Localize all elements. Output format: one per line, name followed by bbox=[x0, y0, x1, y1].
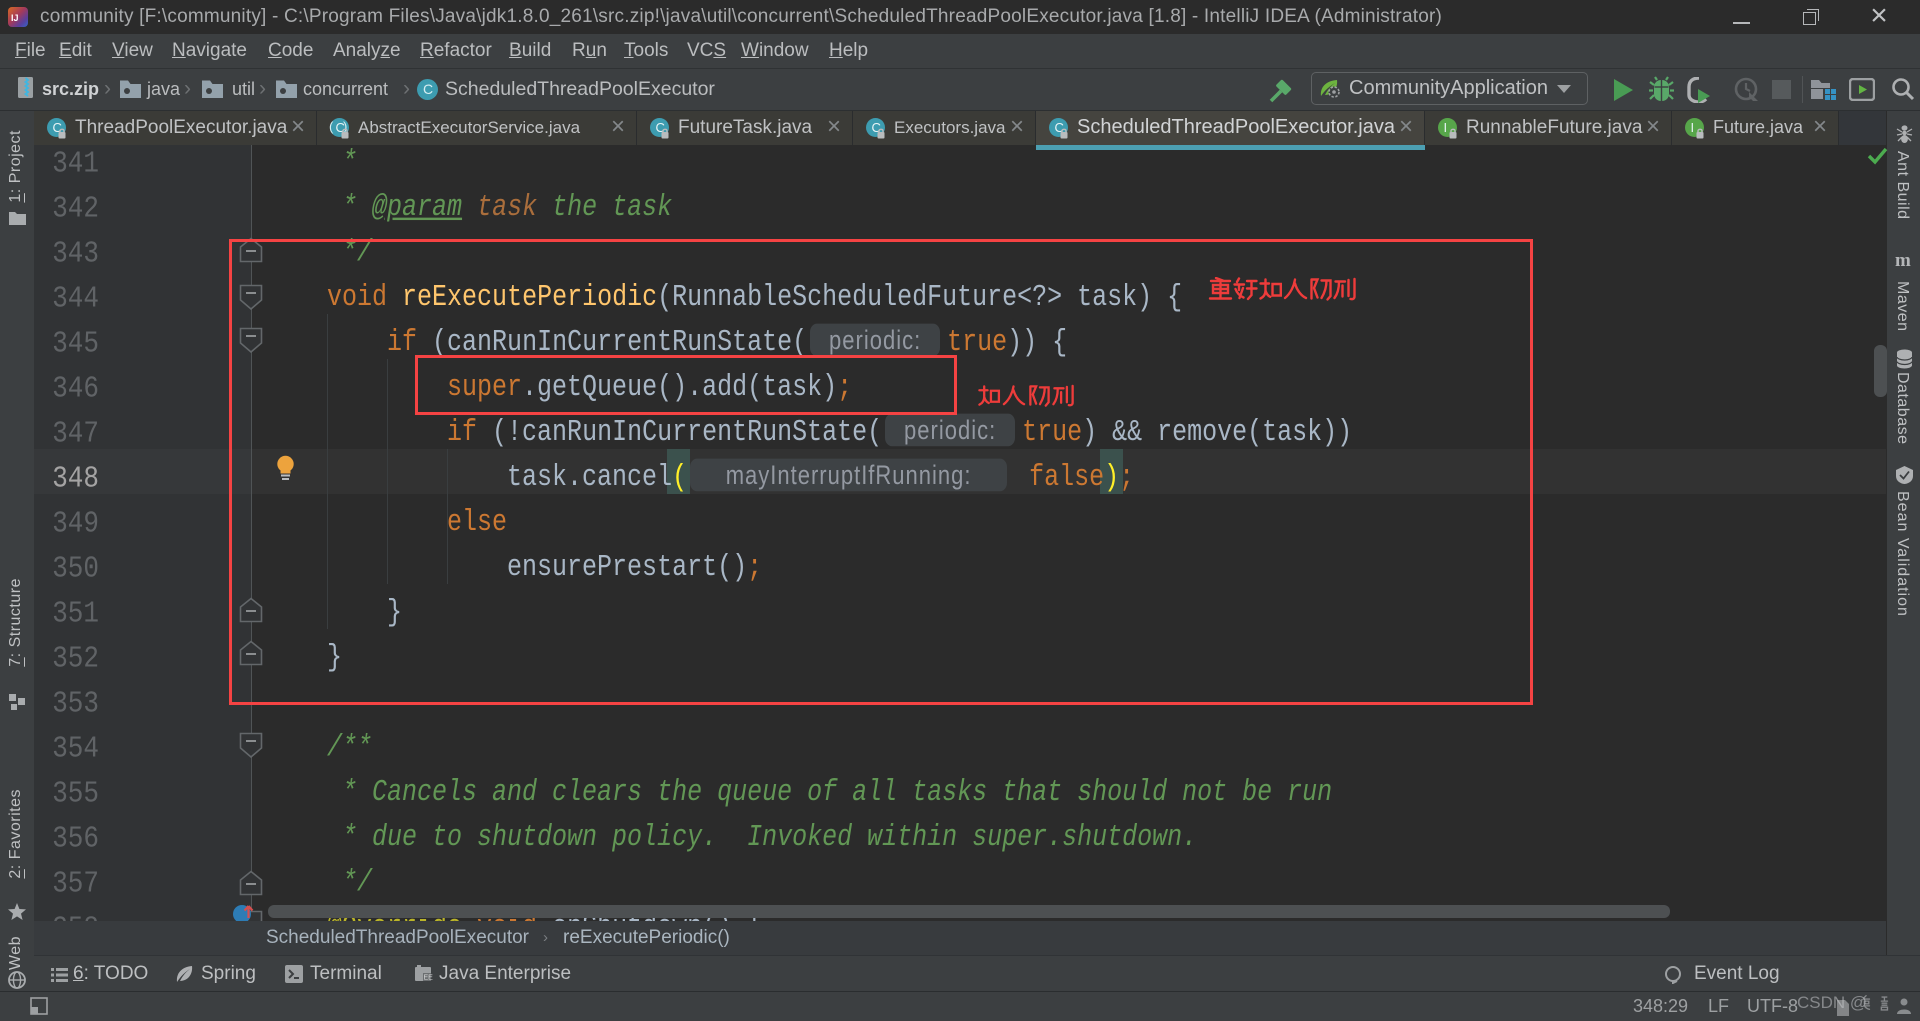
svg-text:EE: EE bbox=[424, 975, 434, 982]
